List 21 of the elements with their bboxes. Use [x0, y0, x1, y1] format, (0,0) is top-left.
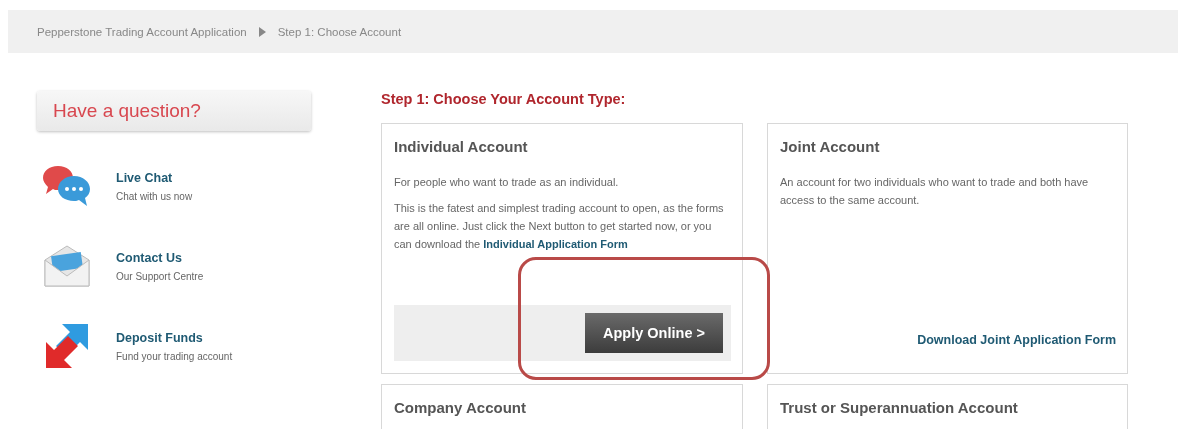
apply-online-button[interactable]: Apply Online >: [585, 313, 723, 353]
card-title: Trust or Superannuation Account: [780, 399, 1019, 416]
sidebar-link[interactable]: Live Chat: [116, 170, 193, 185]
card-description: An account for two individuals who want to trade and both have access to the same account.: [780, 175, 1090, 208]
sidebar-subtitle: Our Support Centre: [116, 270, 204, 282]
sidebar-link[interactable]: Contact Us: [116, 250, 204, 265]
envelope-icon: [42, 244, 92, 288]
sidebar-link[interactable]: Deposit Funds: [116, 330, 233, 345]
sidebar-heading: Have a question?: [37, 91, 311, 131]
card-title: Company Account: [394, 399, 527, 416]
card-description: For people who want to trade as an individual.: [394, 175, 620, 190]
chat-bubbles-icon: [42, 164, 92, 208]
download-form-link[interactable]: Download Joint Application Form: [917, 333, 1116, 347]
card-title: Joint Account: [780, 138, 881, 155]
sidebar-subtitle: Chat with us now: [116, 190, 193, 202]
application-form-link[interactable]: Individual Application Form: [483, 238, 628, 250]
card-title: Individual Account: [394, 138, 529, 155]
chevron-right-icon: [258, 26, 266, 37]
sidebar-subtitle: Fund your trading account: [116, 350, 233, 362]
card-description: This is the fatest and simplest trading account to open, as the forms are all online. Just click the Next button to get started now, or you can download the Individual Application Form: [394, 201, 725, 252]
section-heading: Step 1: Choose Your Account Type:: [381, 91, 627, 107]
